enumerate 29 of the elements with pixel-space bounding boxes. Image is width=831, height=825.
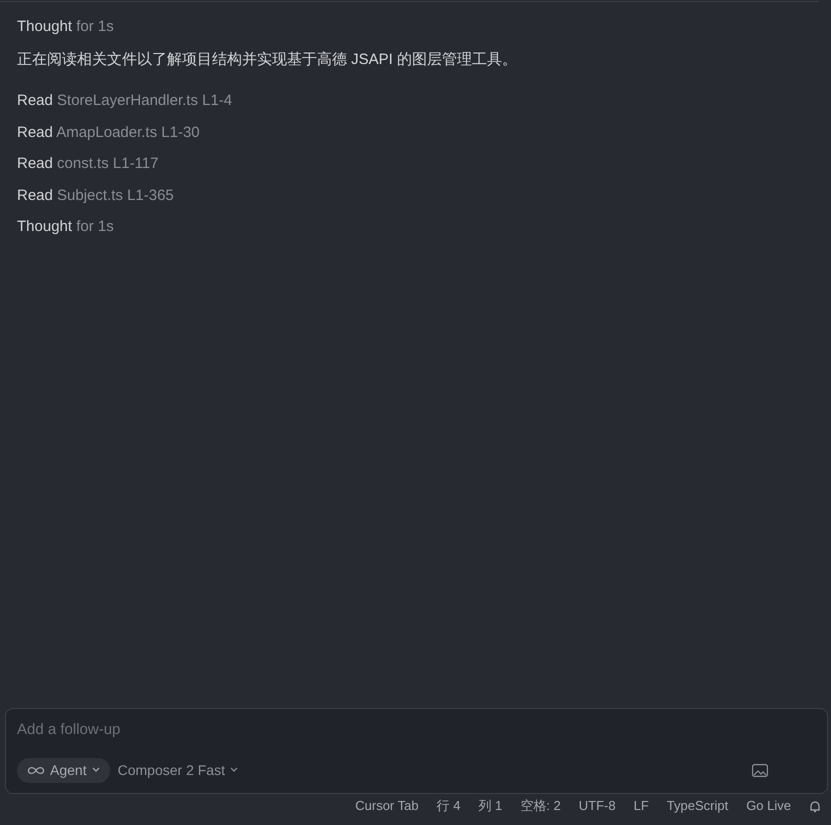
status-detail: const.ts L1-117: [57, 155, 158, 172]
follow-up-field[interactable]: Add a follow-up Agent Composer 2 Fast: [5, 708, 828, 794]
bell-icon[interactable]: [809, 800, 821, 812]
status-bar-item[interactable]: Go Live: [746, 796, 791, 816]
status-bar-item[interactable]: UTF-8: [578, 796, 616, 816]
status-verb: Read: [17, 186, 53, 204]
caret-icon: [230, 767, 238, 773]
status-detail: AmapLoader.ts L1-30: [56, 124, 200, 141]
caret-icon: [92, 767, 100, 773]
status-detail: Subject.ts L1-365: [57, 186, 174, 204]
status-verb: Thought: [17, 18, 72, 35]
image-icon[interactable]: [752, 764, 768, 776]
status-bar-item[interactable]: Cursor Tab: [355, 796, 419, 816]
status-detail: for 1s: [76, 218, 114, 236]
status-bar-item[interactable]: 空格: 2: [520, 796, 561, 816]
status-verb: Thought: [17, 218, 72, 236]
status-detail: for 1s: [76, 18, 114, 35]
status-bar-item[interactable]: LF: [634, 796, 649, 816]
agent-mode-button[interactable]: Agent: [17, 758, 110, 782]
infinity-icon: [27, 766, 45, 774]
status-verb: Read: [17, 155, 53, 172]
status-bar-item[interactable]: 行 4: [436, 796, 460, 816]
status-bar-item[interactable]: 列 1: [478, 796, 502, 816]
model-dropdown[interactable]: Composer 2 Fast: [118, 758, 238, 782]
status-detail: StoreLayerHandler.ts L1-4: [57, 92, 232, 110]
message-text: 正在阅读相关文件以了解项目结构并实现基于高德 JSAPI 的图层管理工具。: [17, 50, 518, 70]
status-bar-item[interactable]: TypeScript: [666, 796, 728, 816]
status-verb: Read: [17, 92, 53, 110]
status-verb: Read: [17, 124, 53, 141]
